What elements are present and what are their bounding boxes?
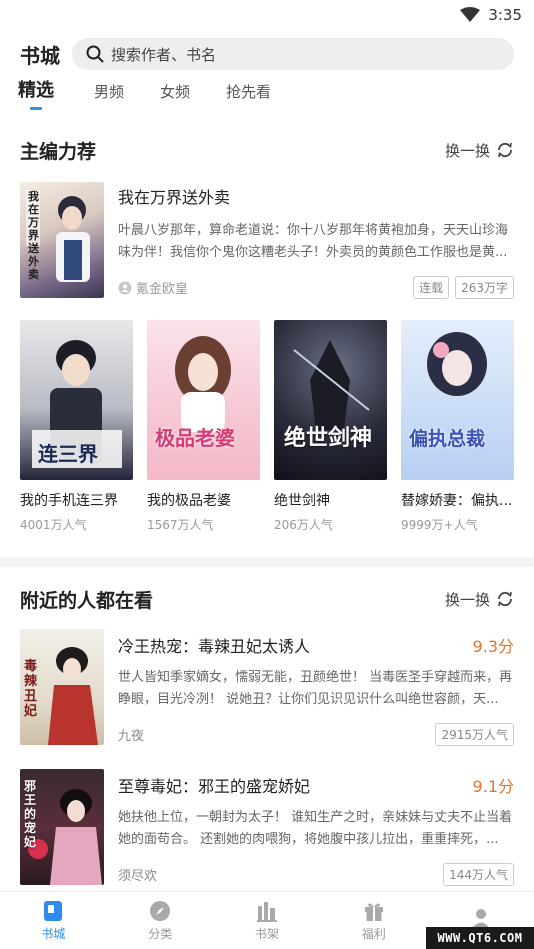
tab-early-access[interactable]: 抢先看 [226,81,271,112]
gift-icon [364,902,383,921]
book-cover[interactable]: 连三界 [20,320,133,480]
author: 氪金欧皇 [118,278,188,297]
book-meta: 须尽欢 144万人气 [118,863,514,886]
refresh-button[interactable]: 换一换 [445,589,514,610]
book-head: 至尊毒妃：邪王的盛宠娇妃 9.1分 [118,771,514,797]
book-cover[interactable]: 偏执总裁 [401,320,514,480]
search-placeholder: 搜索作者、书名 [111,45,217,64]
refresh-button[interactable]: 换一换 [445,140,514,161]
book-cover[interactable]: 我在万界送外卖 [20,182,104,298]
section-divider [0,557,534,567]
nearby-header: 附近的人都在看 换一换 [0,579,534,619]
user-icon [118,281,132,294]
grid-book[interactable]: 连三界 我的手机连三界 4001万人气 [20,320,133,533]
cover-text: 连三界 [38,442,98,466]
tab-featured[interactable]: 精选 [18,76,54,112]
section-title: 附近的人都在看 [20,589,154,612]
book-grid: 连三界 我的手机连三界 4001万人气 极品老婆 我的极品老婆 1567万人气 … [0,320,534,533]
cover-text: 极品老婆 [155,426,235,450]
book-info: 我在万界送外卖 叶晨八岁那年，算命老道说：你十八岁那年将黄袍加身，天天山珍海味为… [118,182,514,300]
page-title: 书城 [20,43,60,68]
author-name: 氪金欧皇 [136,282,189,297]
book-tags: 连载 263万字 [413,276,514,299]
book-title: 至尊毒妃：邪王的盛宠娇妃 [118,777,311,796]
search-icon [86,45,104,63]
cover-text: 偏执总裁 [409,428,486,450]
compass-icon [150,900,171,921]
status-time: 3:35 [488,6,522,24]
nav-bookshelf[interactable]: 书架 [214,892,321,949]
wordcount-badge: 263万字 [455,276,514,299]
book-score: 9.1分 [472,777,514,796]
grid-book[interactable]: 偏执总裁 替嫁娇妻：偏执... 9999万+人气 [401,320,514,533]
book-title[interactable]: 我在万界送外卖 [118,184,514,208]
nav-label: 书架 [254,926,279,941]
search-input[interactable]: 搜索作者、书名 [72,38,514,70]
popularity: 206万人气 [274,518,333,532]
wifi-icon [460,7,481,22]
book-score: 9.3分 [472,637,514,656]
book-description: 她扶他上位，一朝封为太子！ 谁知生产之时，亲妹妹与丈夫不止当着她的面苟合。 还割… [118,810,513,847]
bookshelf-icon [256,901,277,922]
book-title: 冷王热宠：毒辣丑妃太诱人 [118,637,311,656]
nav-label: 福利 [361,926,386,941]
book-description: 世人皆知季家嫡女，懦弱无能，丑颜绝世！ 当毒医圣手穿越而来，再睁眼，目光冷冽！ … [118,670,513,707]
book-head: 冷王热宠：毒辣丑妃太诱人 9.3分 [118,631,514,657]
nav-rewards[interactable]: 福利 [320,892,427,949]
list-item[interactable]: 毒辣丑妃 冷王热宠：毒辣丑妃太诱人 9.3分 世人皆知季家嫡女，懦弱无能，丑颜绝… [0,629,534,769]
refresh-label: 换一换 [444,590,490,609]
cover-text: 邪王的宠妃 [24,779,37,849]
book-info: 冷王热宠：毒辣丑妃太诱人 9.3分 世人皆知季家嫡女，懦弱无能，丑颜绝世！ 当毒… [118,629,514,769]
book-cover[interactable]: 毒辣丑妃 [20,629,104,745]
book-icon [44,900,63,921]
section-title: 主编力荐 [20,140,97,163]
popularity-badge: 2915万人气 [435,723,514,746]
popularity: 9999万+人气 [401,518,478,532]
channel-tabs: 精选 男频 女频 抢先看 [0,78,534,112]
book-meta: 氪金欧皇 连载 263万字 [118,276,514,299]
editor-picks-header: 主编力荐 换一换 [0,130,534,170]
cover-text: 我在万界送外卖 [28,190,39,281]
top-bar: 书城 搜索作者、书名 [0,30,534,78]
popularity: 1567万人气 [147,518,214,532]
tab-male[interactable]: 男频 [94,81,124,112]
watermark: WWW.QT6.COM [426,927,534,949]
book-cover[interactable]: 极品老婆 [147,320,260,480]
author-name: 须尽欢 [118,869,158,884]
refresh-icon [498,142,512,158]
status-bar: 3:35 [0,0,534,30]
refresh-icon [498,591,512,607]
featured-book[interactable]: 我在万界送外卖 我在万界送外卖 叶晨八岁那年，算命老道说：你十八岁那年将黄袍加身… [0,182,534,300]
popularity-badge: 144万人气 [443,863,514,886]
nav-category[interactable]: 分类 [107,892,214,949]
grid-book[interactable]: 极品老婆 我的极品老婆 1567万人气 [147,320,260,533]
cover-text: 绝世剑神 [284,425,373,451]
book-info: 至尊毒妃：邪王的盛宠娇妃 9.1分 她扶他上位，一朝封为太子！ 谁知生产之时，亲… [118,769,514,909]
list-item[interactable]: 邪王的宠妃 至尊毒妃：邪王的盛宠娇妃 9.1分 她扶他上位，一朝封为太子！ 谁知… [0,769,534,909]
popularity: 4001万人气 [20,518,87,532]
book-title: 替嫁娇妻：偏执... [401,493,513,509]
refresh-label: 换一换 [444,141,490,160]
book-meta: 九夜 2915万人气 [118,723,514,746]
book-cover[interactable]: 绝世剑神 [274,320,387,480]
book-title: 我的极品老婆 [147,493,231,509]
book-description: 叶晨八岁那年，算命老道说：你十八岁那年将黄袍加身，天天山珍海味为伴！我信你个鬼你… [118,223,509,260]
nav-label: 书城 [41,926,66,941]
author-name: 九夜 [118,729,145,744]
cover-text: 毒辣丑妃 [24,659,38,719]
book-title: 绝世剑神 [274,493,330,509]
grid-book[interactable]: 绝世剑神 绝世剑神 206万人气 [274,320,387,533]
nav-label: 分类 [148,926,173,941]
nav-bookstore[interactable]: 书城 [0,892,107,949]
status-badge: 连载 [413,276,450,299]
tab-female[interactable]: 女频 [160,81,190,112]
book-cover[interactable]: 邪王的宠妃 [20,769,104,885]
book-title: 我的手机连三界 [20,493,118,509]
